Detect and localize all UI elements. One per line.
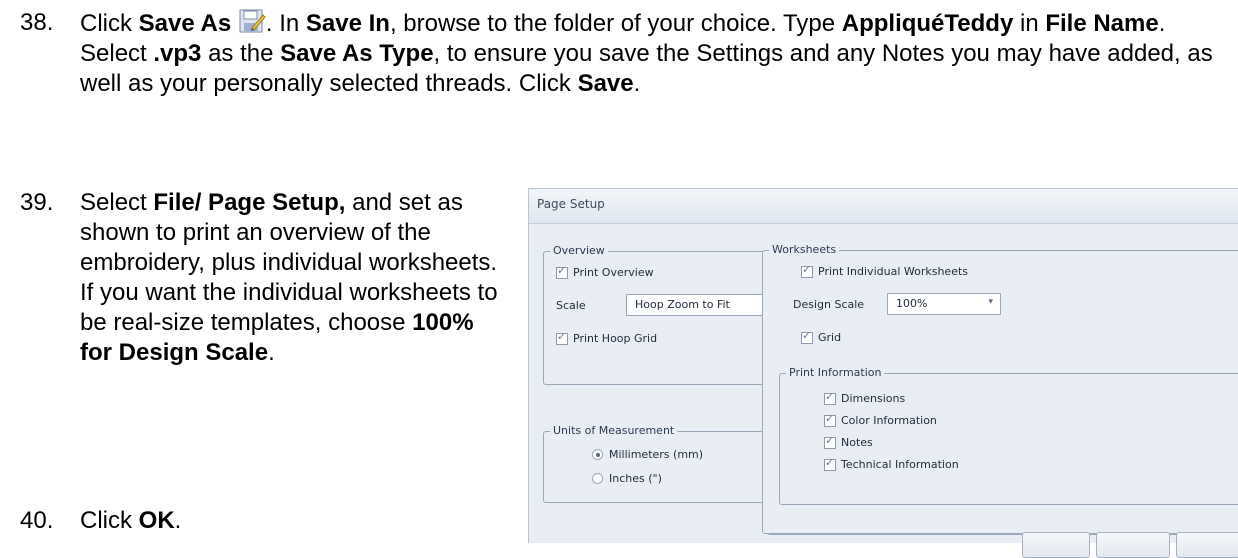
step-38-text: Click Save As . In Save In, browse to th… [80, 8, 1213, 97]
step-39-text: Select File/ Page Setup, and set as show… [80, 189, 498, 366]
chevron-down-icon[interactable]: ▾ [988, 297, 993, 307]
radio-dot[interactable] [592, 473, 603, 484]
step-number: 39. [20, 189, 54, 216]
help-button[interactable] [1176, 532, 1238, 558]
checkbox-box[interactable] [824, 434, 836, 449]
scale-value: Hoop Zoom to Fit [635, 298, 730, 311]
checkbox-box[interactable] [556, 264, 568, 279]
print-hoop-grid-label: Print Hoop Grid [573, 332, 658, 345]
print-individual-worksheets-label: Print Individual Worksheets [818, 265, 969, 278]
dialog-title: Page Setup [537, 197, 605, 211]
checkbox-box[interactable] [824, 456, 836, 471]
worksheets-panel: Worksheets Print Individual Worksheets D… [762, 243, 1238, 534]
step-40-text: Click OK. [80, 507, 182, 534]
inches-label: Inches (") [609, 472, 662, 485]
checkbox-box[interactable] [824, 390, 836, 405]
checkbox-box[interactable] [824, 412, 836, 427]
print-overview-checkbox[interactable]: Print Overview [556, 264, 654, 279]
design-scale-label: Design Scale [793, 298, 865, 311]
step-number: 38. [20, 9, 54, 36]
design-scale-value: 100% [896, 297, 928, 310]
notes-checkbox[interactable]: Notes [824, 434, 873, 449]
radio-dot[interactable] [592, 449, 603, 460]
checkbox-box[interactable] [556, 330, 568, 345]
scale-label: Scale [556, 299, 586, 312]
dimensions-checkbox[interactable]: Dimensions [824, 390, 906, 405]
checkbox-box[interactable] [801, 329, 813, 344]
print-information-group: Print Information Dimensions Color Infor… [779, 366, 1238, 505]
checkbox-box[interactable] [801, 263, 813, 278]
inches-radio[interactable]: Inches (") [592, 472, 662, 485]
grid-label: Grid [818, 331, 842, 344]
ok-button[interactable] [1022, 532, 1090, 558]
technical-information-label: Technical Information [841, 458, 959, 471]
units-group-label: Units of Measurement [550, 424, 678, 437]
print-hoop-grid-checkbox[interactable]: Print Hoop Grid [556, 330, 658, 345]
cancel-button[interactable] [1096, 532, 1170, 558]
design-scale-dropdown[interactable]: 100% ▾ [887, 293, 1001, 315]
grid-checkbox[interactable]: Grid [801, 329, 842, 344]
millimeters-radio[interactable]: Millimeters (mm) [592, 448, 703, 461]
color-information-label: Color Information [841, 414, 937, 427]
worksheets-label: Worksheets [769, 243, 840, 256]
dialog-title-bar: Page Setup [529, 189, 1238, 224]
notes-label: Notes [841, 436, 873, 449]
dimensions-label: Dimensions [841, 392, 906, 405]
print-individual-worksheets-checkbox[interactable]: Print Individual Worksheets [801, 263, 969, 278]
print-information-label: Print Information [786, 366, 885, 379]
color-information-checkbox[interactable]: Color Information [824, 412, 937, 427]
print-overview-label: Print Overview [573, 266, 654, 279]
save-as-icon [238, 8, 266, 34]
step-number: 40. [20, 507, 54, 534]
millimeters-label: Millimeters (mm) [609, 448, 704, 461]
technical-information-checkbox[interactable]: Technical Information [824, 456, 959, 471]
overview-group-label: Overview [550, 244, 608, 257]
